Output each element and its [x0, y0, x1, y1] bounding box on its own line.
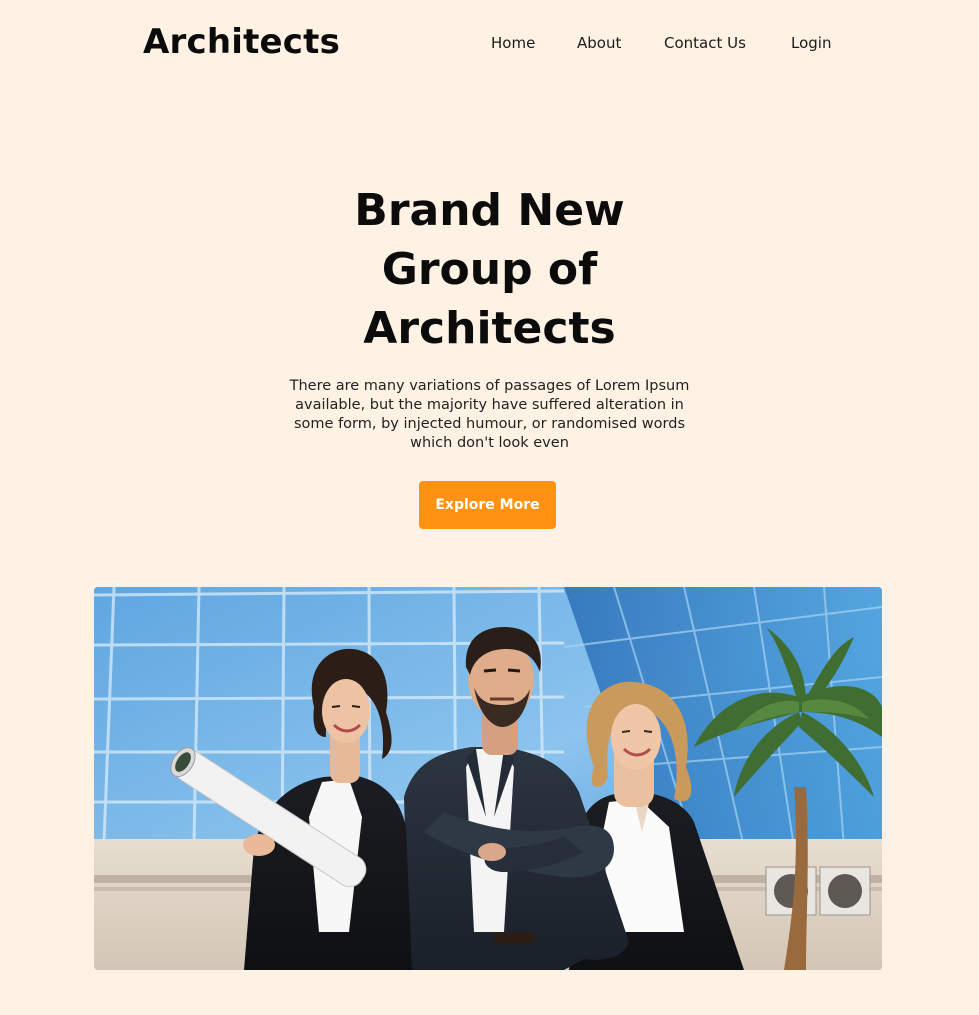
brand-logo[interactable]: Architects: [143, 20, 340, 64]
explore-more-button[interactable]: Explore More: [419, 481, 556, 529]
hero-title-line: Architects: [363, 303, 616, 354]
hero-description-line: some form, by injected humour, or random…: [294, 416, 685, 432]
hero-title: Brand New Group of Architects: [0, 181, 979, 358]
hero-photo: [94, 587, 882, 970]
hero-title-line: Group of: [381, 244, 598, 295]
hero-description-line: which don't look even: [410, 435, 569, 451]
hero-description-line: available, but the majority have suffere…: [295, 397, 684, 413]
hero-title-line: Brand New: [354, 185, 625, 236]
hero-description-line: There are many variations of passages of…: [289, 378, 690, 394]
hero-description: There are many variations of passages of…: [262, 377, 717, 453]
hero-photo-illustration: [94, 587, 882, 970]
nav-link-home[interactable]: Home: [491, 31, 535, 55]
nav-link-login[interactable]: Login: [791, 31, 831, 55]
site-header: Architects Home About Contact Us Login: [0, 0, 979, 86]
nav-link-contact-us[interactable]: Contact Us: [664, 31, 746, 55]
nav-link-about[interactable]: About: [577, 31, 621, 55]
